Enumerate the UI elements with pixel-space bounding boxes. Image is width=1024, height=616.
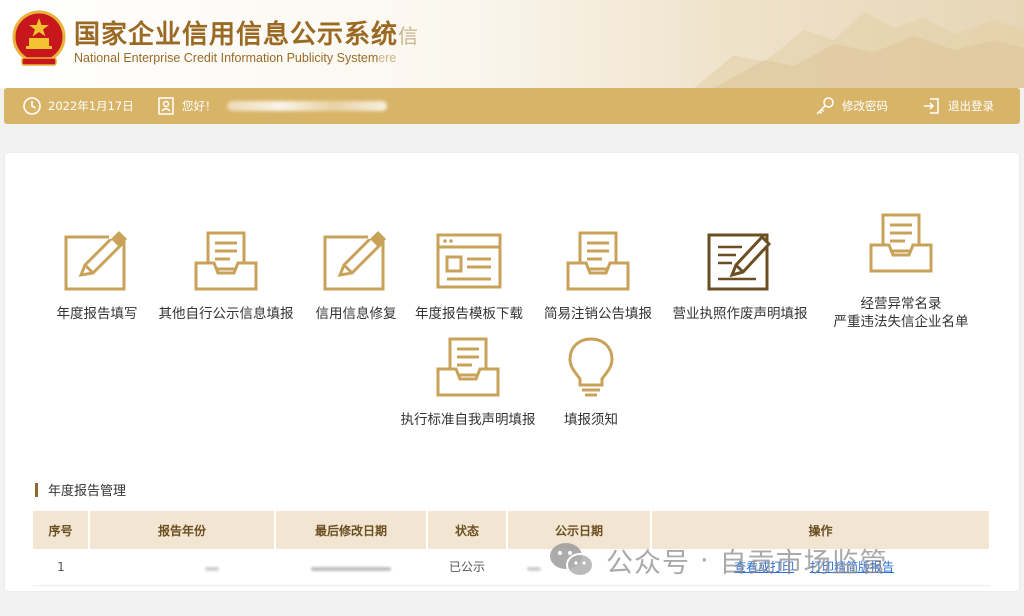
wechat-icon [550,543,594,577]
func-label: 填报须知 [564,412,618,428]
change-password-link[interactable]: 修改密码 [814,88,888,124]
national-emblem-icon [12,10,66,66]
cell-last-modified [275,549,427,586]
func-label: 年度报告模板下载 [415,306,523,322]
func-other-public-info[interactable]: 其他自行公示信息填报 [151,229,301,323]
inbox-document-icon [436,337,500,397]
browser-window-icon [436,233,502,289]
edit-document-icon [707,233,772,291]
func-label-2: 严重违法失信企业名单 [833,314,969,330]
col-index: 序号 [33,511,90,549]
logout-link[interactable]: 退出登录 [922,88,994,124]
wechat-watermark: 公众号 · 自贡市场监管 [548,540,888,580]
func-standard-declaration[interactable]: 执行标准自我声明填报 [393,335,543,429]
lightbulb-icon [568,337,614,397]
func-label: 经营异常名录 [860,296,942,312]
mountain-decoration [694,12,1024,88]
edit-form-icon [323,229,386,291]
func-license-void[interactable]: 营业执照作废声明填报 [665,229,815,323]
current-date: 2022年1月17日 [48,99,134,113]
func-label: 简易注销公告填报 [544,306,652,322]
func-simple-deregistration[interactable]: 简易注销公告填报 [537,229,659,323]
func-filing-notice[interactable]: 填报须知 [553,335,629,429]
site-title-cn: 国家企业信用信息公示系统信 [74,20,420,50]
cell-index: 1 [33,549,89,586]
func-annual-report-fill[interactable]: 年度报告填写 [52,229,142,323]
site-title-en: National Enterprise Credit Information P… [74,51,397,65]
user-greeting: 您好！ [156,88,387,124]
col-report-year: 报告年份 [89,511,276,549]
key-icon [816,97,834,115]
site-header: 国家企业信用信息公示系统信 National Enterprise Credit… [0,0,1024,88]
col-status: 状态 [427,511,508,549]
section-title-annual-report: 年度报告管理 [35,480,126,499]
redacted-username [226,101,387,111]
user-card-icon [158,97,174,115]
main-panel: 年度报告填写 其他自行公示信息填报 信用信息修复 年度报告模板下载 简易注销公告… [4,152,1020,592]
watermark-platform: 公众号 [606,547,690,579]
func-abnormal-list[interactable]: 经营异常名录 严重违法失信企业名单 [823,211,979,331]
section-marker [35,482,38,497]
watermark-account-name: 自贡市场监管 [719,547,888,579]
func-credit-repair[interactable]: 信用信息修复 [309,229,403,323]
inbox-document-icon [566,231,630,291]
logout-icon [924,98,939,114]
func-template-download[interactable]: 年度报告模板下载 [409,229,529,323]
clock-icon [23,97,41,115]
inbox-document-icon [194,231,258,291]
edit-form-icon [64,229,127,291]
inbox-document-icon [869,213,933,273]
cell-report-year [89,549,275,586]
watermark-separator: · [700,544,710,576]
greeting-text: 您好！ [182,99,217,113]
func-label: 营业执照作废声明填报 [672,306,808,322]
func-label: 年度报告填写 [56,306,138,322]
date-display: 2022年1月17日 [22,88,134,124]
user-bar: 2022年1月17日 您好！ 修改密码 退出登录 [4,88,1020,124]
cell-status: 已公示 [427,549,507,586]
func-label: 执行标准自我声明填报 [400,412,536,428]
col-last-modified: 最后修改日期 [275,511,428,549]
func-label: 信用信息修复 [315,306,397,322]
func-label: 其他自行公示信息填报 [158,306,294,322]
